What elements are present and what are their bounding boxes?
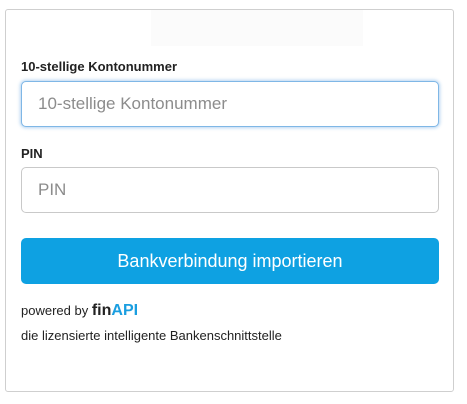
account-number-label: 10-stellige Kontonummer xyxy=(21,59,178,74)
powered-by-text: powered by xyxy=(21,303,89,318)
account-number-input[interactable] xyxy=(21,81,439,127)
brand-api-text: API xyxy=(111,302,139,319)
powered-by-line: powered by finAPI xyxy=(21,302,138,320)
pin-label: PIN xyxy=(21,146,43,161)
pin-input[interactable] xyxy=(21,167,439,213)
brand-fin-text: fin xyxy=(91,302,112,319)
finapi-logo: finAPI xyxy=(91,302,139,319)
bank-import-card: 10-stellige Kontonummer PIN Bankverbindu… xyxy=(5,9,454,392)
import-bank-connection-button[interactable]: Bankverbindung importieren xyxy=(21,238,439,284)
brand-tagline: die lizensierte intelligente Bankenschni… xyxy=(21,328,282,343)
card-header-strip xyxy=(151,10,363,46)
